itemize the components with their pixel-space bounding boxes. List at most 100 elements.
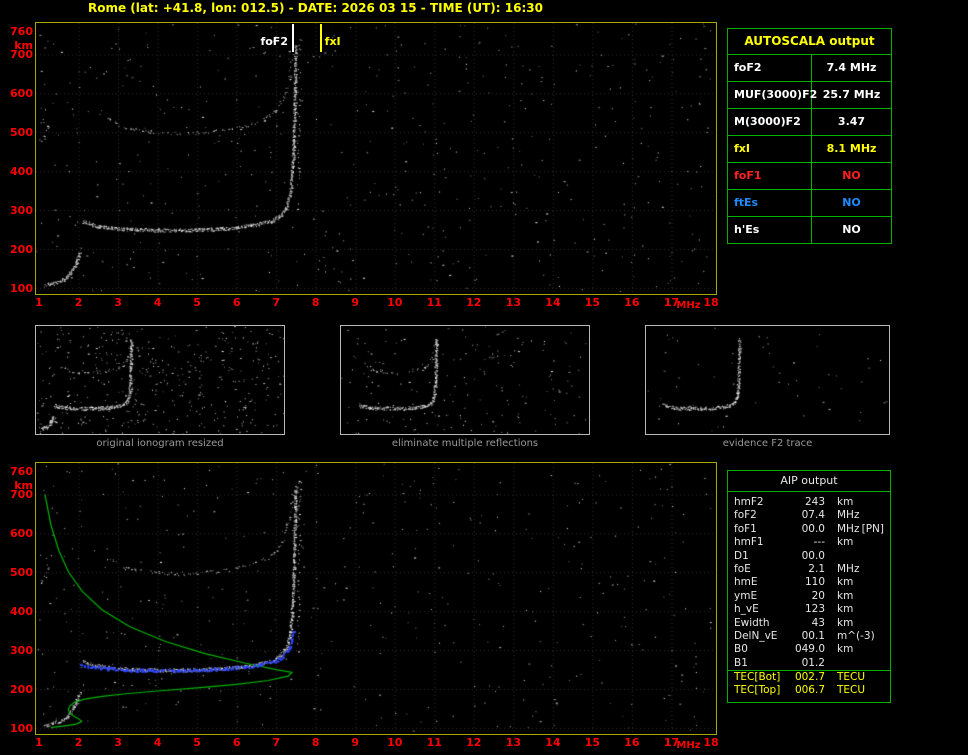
fof2-label: foF2 bbox=[260, 35, 288, 48]
aip-row-TEC[Bot]: TEC[Bot] 002.7 TECU bbox=[728, 670, 890, 684]
thumbnail-f2-trace bbox=[645, 325, 890, 435]
ionogram-plot: foF2 fxI bbox=[35, 22, 717, 295]
x-axis-tick-11: 11 bbox=[426, 296, 442, 309]
x-axis-tick-5: 5 bbox=[193, 296, 201, 309]
x-axis-tick-4: 4 bbox=[153, 296, 162, 309]
aip-row-DelN_vE: DelN_vE 00.1 m^(-3) bbox=[728, 630, 890, 643]
aip-param-label: D1 bbox=[734, 549, 749, 562]
x-axis-tick-7: 7 bbox=[272, 296, 280, 309]
aip-param-value: 00.0 bbox=[801, 522, 825, 535]
thumbnail-eliminate-reflections bbox=[340, 325, 590, 435]
aip-param-unit bbox=[825, 550, 837, 563]
x-axis-tick-2: 2 bbox=[74, 736, 83, 749]
aip-param-value: 110 bbox=[804, 576, 825, 589]
aip-param-value: 123 bbox=[804, 603, 825, 616]
aip-param-unit: km bbox=[837, 589, 854, 602]
aip-param-label: TEC[Top] bbox=[734, 684, 781, 697]
x-axis-tick-10: 10 bbox=[387, 736, 403, 749]
thumbnail-caption-f2: evidence F2 trace bbox=[722, 438, 813, 449]
autoscala-param-label: foF2 bbox=[728, 55, 812, 81]
x-axis-tick-18: 18 bbox=[703, 296, 719, 309]
y-axis-tick-500: 500 bbox=[10, 126, 33, 140]
x-axis-tick-1: 1 bbox=[35, 296, 43, 309]
aip-param-label: h_vE bbox=[734, 603, 759, 616]
thumbnail-caption-original: original ionogram resized bbox=[96, 438, 224, 449]
y-axis-tick-100: 100 bbox=[10, 282, 33, 295]
aip-row-hmF1: hmF1 --- km bbox=[728, 536, 890, 549]
aip-param-label: ymE bbox=[734, 589, 758, 602]
x-axis-tick-16: 16 bbox=[624, 736, 640, 749]
x-axis-tick-8: 8 bbox=[311, 736, 320, 749]
x-axis-tick-8: 8 bbox=[311, 296, 320, 309]
y-axis-tick-400: 400 bbox=[10, 165, 33, 179]
y-axis-unit: km bbox=[14, 479, 33, 492]
aip-row-B0: B0 049.0 km bbox=[728, 643, 890, 656]
aip-param-unit: m^(-3) bbox=[837, 629, 875, 642]
y-axis-tick-760: 760 bbox=[10, 25, 33, 38]
autoscala-row-M(3000)F2: M(3000)F2 3.47 bbox=[728, 109, 891, 136]
aip-param-label: foE bbox=[734, 562, 751, 575]
aip-param-value: 07.4 bbox=[801, 509, 825, 522]
y-axis-unit: km bbox=[14, 39, 33, 52]
x-axis-tick-9: 9 bbox=[351, 296, 360, 309]
aip-row-foF1: foF1 00.0 MHz [PN] bbox=[728, 523, 890, 536]
aip-param-unit: km bbox=[837, 536, 854, 549]
y-axis-tick-500: 500 bbox=[10, 566, 33, 580]
autoscala-row-h'Es: h'Es NO bbox=[728, 217, 891, 243]
aip-param-label: B0 bbox=[734, 643, 748, 656]
aip-param-unit bbox=[825, 657, 837, 670]
aip-param-unit: TECU bbox=[837, 671, 866, 684]
autoscala-param-label: fxI bbox=[728, 136, 812, 162]
y-axis-tick-300: 300 bbox=[10, 204, 33, 218]
autoscala-table-title: AUTOSCALA output bbox=[728, 29, 891, 55]
aip-param-label: B1 bbox=[734, 656, 748, 669]
x-axis-tick-12: 12 bbox=[466, 736, 482, 749]
autoscala-param-label: M(3000)F2 bbox=[728, 109, 812, 135]
y-axis-tick-200: 200 bbox=[10, 683, 33, 697]
autoscala-table-rows: foF2 7.4 MHz MUF(3000)F2 25.7 MHz M(3000)F2 3… bbox=[728, 55, 891, 243]
aip-param-value: 00.1 bbox=[801, 629, 825, 642]
aip-param-label: hmF2 bbox=[734, 496, 764, 508]
x-axis-tick-6: 6 bbox=[232, 296, 241, 309]
aip-param-label: foF1 bbox=[734, 522, 757, 535]
aip-param-unit: km bbox=[837, 603, 854, 616]
aip-row-ymE: ymE 20 km bbox=[728, 590, 890, 603]
profile-canvas bbox=[36, 463, 714, 732]
fxi-marker-line bbox=[319, 24, 322, 52]
aip-param-value: 20 bbox=[811, 589, 825, 602]
x-axis-tick-1: 1 bbox=[35, 736, 43, 749]
aip-param-value: 006.7 bbox=[794, 684, 825, 697]
autoscala-param-label: foF1 bbox=[728, 163, 812, 189]
aip-param-note: [PN] bbox=[861, 522, 884, 535]
autoscala-row-MUF(3000)F2: MUF(3000)F2 25.7 MHz bbox=[728, 82, 891, 109]
aip-param-label: Ewidth bbox=[734, 616, 770, 629]
aip-table-rows: hmF2 243 km foF2 07.4 MHz foF1 00.0 MHz [PN] hmF1-… bbox=[728, 496, 890, 698]
aip-param-label: hmE bbox=[734, 576, 758, 589]
x-axis-tick-15: 15 bbox=[584, 736, 601, 749]
thumbnail-original-canvas bbox=[36, 326, 284, 434]
x-axis-tick-3: 3 bbox=[114, 736, 122, 749]
autoscala-row-ftEs: ftEs NO bbox=[728, 190, 891, 217]
aip-output-table: AIP output hmF2 243 km foF2 07.4 MHz foF1 00.0 M… bbox=[727, 470, 891, 703]
thumbnail-original-ionogram bbox=[35, 325, 285, 435]
aip-param-label: TEC[Bot] bbox=[734, 671, 781, 684]
autoscala-row-foF2: foF2 7.4 MHz bbox=[728, 55, 891, 82]
x-axis-tick-2: 2 bbox=[74, 296, 83, 309]
aip-row-hmE: hmE 110 km bbox=[728, 576, 890, 589]
aip-param-label: DelN_vE bbox=[734, 629, 778, 642]
aip-param-value: 01.2 bbox=[801, 656, 825, 669]
aip-param-value: 049.0 bbox=[794, 643, 825, 656]
y-axis-tick-600: 600 bbox=[10, 87, 33, 101]
aip-param-value: 243 bbox=[804, 496, 825, 508]
aip-param-value: 00.0 bbox=[801, 549, 825, 562]
x-axis-tick-18: 18 bbox=[703, 736, 719, 749]
aip-row-hmF2: hmF2 243 km bbox=[728, 496, 890, 509]
aip-param-unit: MHz bbox=[837, 509, 860, 522]
y-axis-tick-600: 600 bbox=[10, 527, 33, 541]
thumbnail-caption-eliminate: eliminate multiple reflections bbox=[391, 438, 539, 449]
aip-param-label: foF2 bbox=[734, 509, 757, 522]
autoscala-row-foF1: foF1 NO bbox=[728, 163, 891, 190]
autoscala-output-table: AUTOSCALA output foF2 7.4 MHz MUF(3000)F2 2… bbox=[727, 28, 892, 244]
autoscala-param-value: 25.7 MHz bbox=[822, 88, 881, 101]
x-axis-tick-4: 4 bbox=[153, 736, 162, 749]
